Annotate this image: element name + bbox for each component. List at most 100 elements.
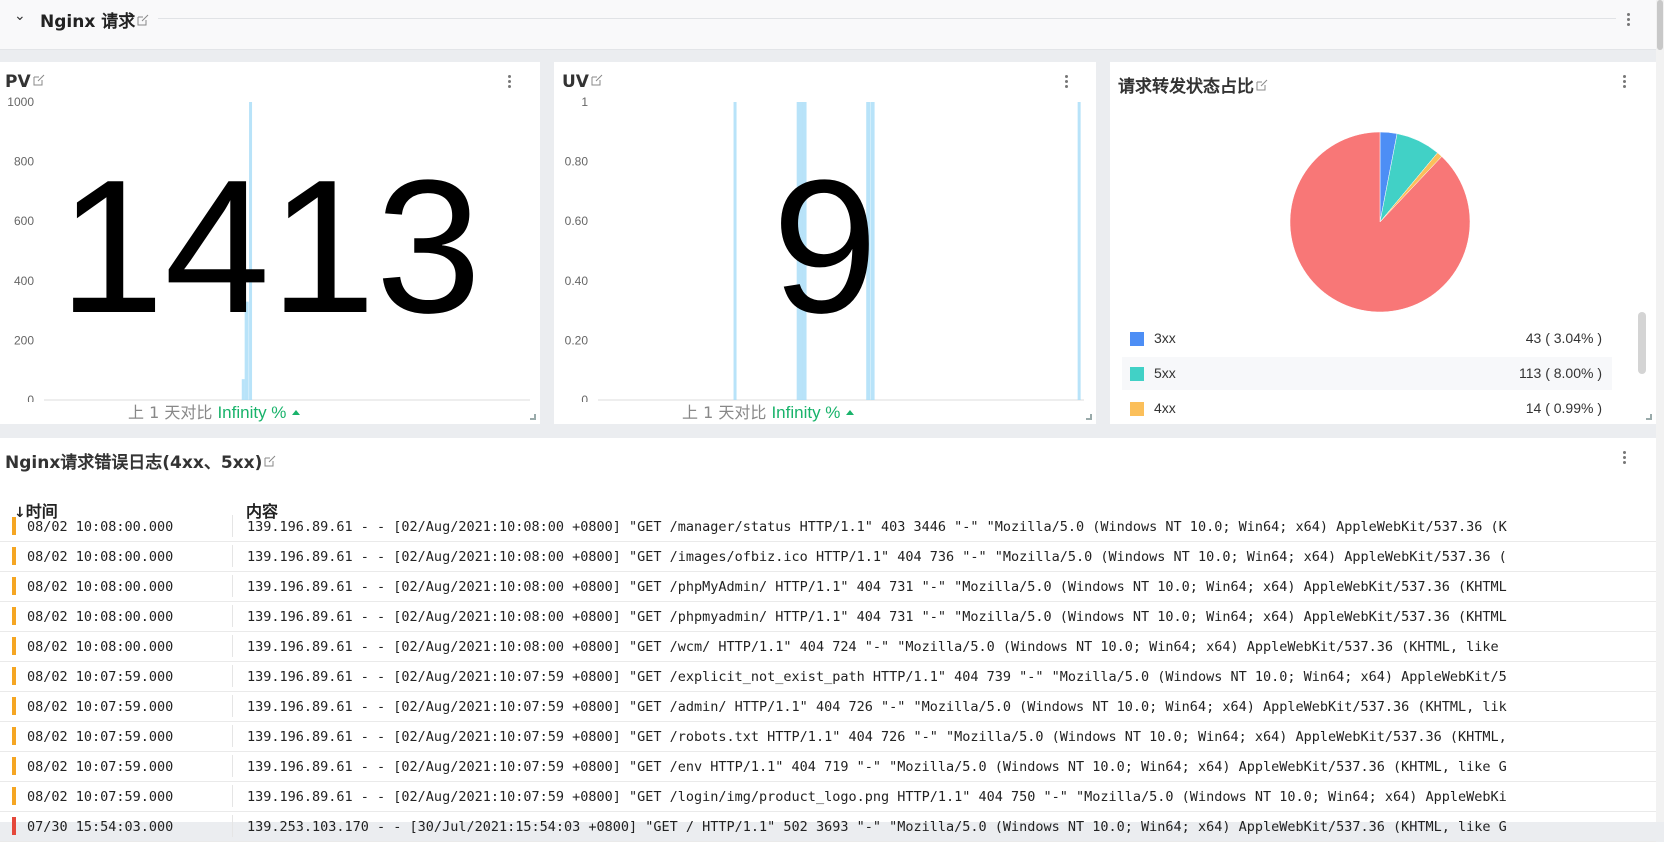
table-row[interactable]: 08/02 10:07:59.000 139.196.89.61 - - [02/… <box>0 722 1656 752</box>
row-time: 08/02 10:07:59.000 <box>27 669 174 685</box>
legend-swatch <box>1130 367 1144 381</box>
column-divider <box>232 545 233 567</box>
row-time: 08/02 10:08:00.000 <box>27 579 174 595</box>
severity-marker <box>12 757 16 775</box>
area-spike <box>241 379 245 400</box>
row-content: 139.196.89.61 - - [02/Aug/2021:10:08:00 … <box>247 609 1507 625</box>
row-time: 08/02 10:07:59.000 <box>27 759 174 775</box>
legend-value: 14 ( 0.99% ) <box>1525 400 1602 416</box>
column-divider <box>232 635 233 657</box>
pv-compare: 上 1 天对比 Infinity % <box>128 399 301 423</box>
table-row[interactable]: 08/02 10:07:59.000 139.196.89.61 - - [02/… <box>0 752 1656 782</box>
column-divider <box>232 725 233 747</box>
table-row[interactable]: 08/02 10:07:59.000 139.196.89.61 - - [02/… <box>0 782 1656 812</box>
legend-value: 43 ( 3.04% ) <box>1525 330 1602 346</box>
row-content: 139.196.89.61 - - [02/Aug/2021:10:08:00 … <box>247 639 1499 655</box>
row-time: 08/02 10:07:59.000 <box>27 729 174 745</box>
uv-compare: 上 1 天对比 Infinity % <box>682 399 855 423</box>
group-title: Nginx 请求 <box>40 12 136 32</box>
row-time: 08/02 10:07:59.000 <box>27 789 174 805</box>
resize-handle[interactable] <box>1646 414 1652 420</box>
severity-marker <box>12 517 16 535</box>
uv-compare-label: 上 1 天对比 <box>682 403 767 422</box>
row-time: 08/02 10:08:00.000 <box>27 639 174 655</box>
pie-slice-2xx[interactable] <box>1289 131 1471 313</box>
legend-label: 3xx <box>1154 330 1176 346</box>
uv-panel: UV 10.800.600.400.20007/2807/3008/01 9 上… <box>554 62 1096 424</box>
row-time: 08/02 10:07:59.000 <box>27 699 174 715</box>
severity-marker <box>12 607 16 625</box>
row-content: 139.196.89.61 - - [02/Aug/2021:10:07:59 … <box>247 699 1507 715</box>
uv-more-icon[interactable] <box>1060 74 1072 88</box>
ratio-panel: 请求转发状态占比 3xx 43 ( 3.04% ) 5xx 113 ( 8.00% )… <box>1110 62 1656 424</box>
row-time: 07/30 15:54:03.000 <box>27 819 174 835</box>
page-scrollbar[interactable] <box>1656 0 1664 822</box>
edit-icon[interactable] <box>264 455 276 467</box>
table-row[interactable]: 08/02 10:07:59.000 139.196.89.61 - - [02/… <box>0 662 1656 692</box>
row-content: 139.196.89.61 - - [02/Aug/2021:10:07:59 … <box>247 759 1507 775</box>
collapse-chevron-icon[interactable]: ⌄ <box>14 8 26 24</box>
legend-scrollbar[interactable] <box>1638 312 1646 374</box>
severity-marker <box>12 667 16 685</box>
severity-marker <box>12 817 16 835</box>
table-row[interactable]: 08/02 10:08:00.000 139.196.89.61 - - [02/… <box>0 572 1656 602</box>
severity-marker <box>12 727 16 745</box>
uv-compare-value: Infinity % <box>771 403 841 422</box>
table-row[interactable]: 08/02 10:08:00.000 139.196.89.61 - - [02/… <box>0 632 1656 662</box>
pv-more-icon[interactable] <box>503 74 515 88</box>
row-content: 139.196.89.61 - - [02/Aug/2021:10:08:00 … <box>247 549 1507 565</box>
row-content: 139.196.89.61 - - [02/Aug/2021:10:07:59 … <box>247 669 1507 685</box>
log-title: Nginx请求错误日志(4xx、5xx) <box>5 453 263 473</box>
row-time: 08/02 10:08:00.000 <box>27 609 174 625</box>
row-time: 08/02 10:08:00.000 <box>27 549 174 565</box>
y-tick-label: 1 <box>581 95 588 109</box>
row-content: 139.253.103.170 - - [30/Jul/2021:15:54:0… <box>247 819 1507 835</box>
resize-handle[interactable] <box>1086 414 1092 420</box>
up-arrow-icon <box>292 410 301 415</box>
edit-icon[interactable] <box>1256 79 1268 91</box>
table-row[interactable]: 08/02 10:07:59.000 139.196.89.61 - - [02/… <box>0 692 1656 722</box>
column-divider <box>232 695 233 717</box>
group-divider <box>158 18 1616 19</box>
row-content: 139.196.89.61 - - [02/Aug/2021:10:07:59 … <box>247 789 1507 805</box>
pie-chart <box>1289 131 1471 313</box>
up-arrow-icon <box>846 410 855 415</box>
pv-compare-value: Infinity % <box>217 403 287 422</box>
y-tick-label: 0 <box>27 393 34 402</box>
column-divider <box>232 815 233 837</box>
column-divider <box>232 755 233 777</box>
legend-item[interactable]: 3xx 43 ( 3.04% ) <box>1122 322 1612 355</box>
edit-icon[interactable] <box>33 74 45 86</box>
row-content: 139.196.89.61 - - [02/Aug/2021:10:08:00 … <box>247 579 1507 595</box>
group-header: ⌄ Nginx 请求 <box>0 0 1656 50</box>
table-row[interactable]: 07/30 15:54:03.000 139.253.103.170 - - [3… <box>0 812 1656 842</box>
edit-icon[interactable] <box>591 74 603 86</box>
uv-title: UV <box>562 72 589 92</box>
log-more-icon[interactable] <box>1618 450 1630 464</box>
y-tick-label: 0 <box>581 393 588 402</box>
column-divider <box>232 605 233 627</box>
resize-handle[interactable] <box>530 414 536 420</box>
group-more-icon[interactable] <box>1622 12 1634 26</box>
severity-marker <box>12 787 16 805</box>
severity-marker <box>12 697 16 715</box>
table-row[interactable]: 08/02 10:08:00.000 139.196.89.61 - - [02/… <box>0 602 1656 632</box>
legend-swatch <box>1130 332 1144 346</box>
pv-compare-label: 上 1 天对比 <box>128 403 213 422</box>
row-time: 08/02 10:08:00.000 <box>27 519 174 535</box>
page-scrollbar-thumb[interactable] <box>1657 0 1663 50</box>
pv-value: 1413 <box>58 141 482 353</box>
table-row[interactable]: 08/02 10:08:00.000 139.196.89.61 - - [02/… <box>0 512 1656 542</box>
y-tick-label: 1000 <box>7 95 34 109</box>
legend-label: 5xx <box>1154 365 1176 381</box>
edit-icon[interactable] <box>137 14 149 26</box>
legend-item[interactable]: 4xx 14 ( 0.99% ) <box>1122 392 1612 425</box>
table-row[interactable]: 08/02 10:08:00.000 139.196.89.61 - - [02/… <box>0 542 1656 572</box>
severity-marker <box>12 547 16 565</box>
column-divider <box>232 575 233 597</box>
legend-swatch <box>1130 402 1144 416</box>
legend-item[interactable]: 5xx 113 ( 8.00% ) <box>1122 357 1612 390</box>
ratio-more-icon[interactable] <box>1618 74 1630 88</box>
row-content: 139.196.89.61 - - [02/Aug/2021:10:08:00 … <box>247 519 1507 535</box>
legend-label: 4xx <box>1154 400 1176 416</box>
